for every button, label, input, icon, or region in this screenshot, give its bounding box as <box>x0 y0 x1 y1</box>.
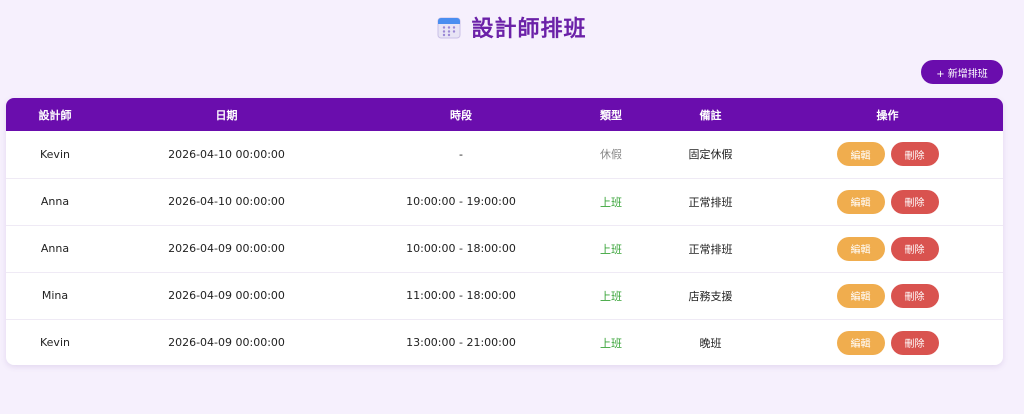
add-schedule-button[interactable]: + 新增排班 <box>921 60 1003 84</box>
edit-button[interactable]: 編輯 <box>836 283 885 308</box>
cell-type: 上班 <box>600 195 622 209</box>
cell-type: 上班 <box>600 289 622 303</box>
table-header-row: 設計師 日期 時段 類型 備註 操作 <box>6 98 1003 131</box>
cell-actions: 編輯 刪除 <box>772 131 1003 178</box>
cell-date: 2026-04-09 00:00:00 <box>168 289 285 302</box>
cell-time: 10:00:00 - 18:00:00 <box>406 242 516 255</box>
delete-button[interactable]: 刪除 <box>890 189 939 214</box>
edit-button[interactable]: 編輯 <box>836 330 885 355</box>
table-row: Kevin 2026-04-09 00:00:00 13:00:00 - 21:… <box>6 319 1003 365</box>
cell-date: 2026-04-09 00:00:00 <box>168 242 285 255</box>
cell-type: 上班 <box>600 242 622 256</box>
cell-actions: 編輯 刪除 <box>772 272 1003 319</box>
column-header-note: 備註 <box>699 108 722 122</box>
cell-note: 正常排班 <box>688 195 733 209</box>
page-title: 設計師排班 <box>471 17 587 42</box>
schedule-table-card: 設計師 日期 時段 類型 備註 操作 Kevin 2026-04-10 00:0… <box>6 98 1003 365</box>
cell-actions: 編輯 刪除 <box>772 178 1003 225</box>
column-header-time: 時段 <box>450 108 472 122</box>
column-header-actions: 操作 <box>876 108 899 122</box>
column-header-designer: 設計師 <box>38 108 72 122</box>
cell-note: 店務支援 <box>688 289 733 303</box>
cell-designer: Mina <box>41 289 69 302</box>
page-header: 設計師排班 <box>0 10 1024 44</box>
cell-time: 10:00:00 - 19:00:00 <box>406 195 516 208</box>
cell-designer: Anna <box>40 195 70 208</box>
cell-time: 13:00:00 - 21:00:00 <box>406 336 516 350</box>
schedule-page: 設計師排班 + 新增排班 設計師 日期 時段 類型 備註 操作 Kevin 20… <box>0 0 1024 414</box>
cell-note: 固定休假 <box>688 148 733 162</box>
cell-time: - <box>459 147 463 161</box>
table-row: Kevin 2026-04-10 00:00:00 - 休假 固定休假 編輯 刪… <box>6 131 1003 178</box>
edit-button[interactable]: 編輯 <box>836 236 885 261</box>
schedule-table: 設計師 日期 時段 類型 備註 操作 Kevin 2026-04-10 00:0… <box>6 98 1003 365</box>
cell-actions: 編輯 刪除 <box>772 319 1003 365</box>
table-row: Anna 2026-04-09 00:00:00 10:00:00 - 18:0… <box>6 225 1003 272</box>
delete-button[interactable]: 刪除 <box>890 142 939 167</box>
calendar-icon <box>437 15 461 39</box>
edit-button[interactable]: 編輯 <box>836 189 885 214</box>
cell-type: 休假 <box>600 148 622 162</box>
cell-type: 上班 <box>600 336 622 350</box>
delete-button[interactable]: 刪除 <box>890 236 939 261</box>
cell-note: 正常排班 <box>688 242 733 256</box>
column-header-date: 日期 <box>215 108 238 122</box>
cell-designer: Kevin <box>40 336 70 350</box>
table-row: Anna 2026-04-10 00:00:00 10:00:00 - 19:0… <box>6 178 1003 225</box>
cell-note: 晚班 <box>699 336 722 350</box>
table-row: Mina 2026-04-09 00:00:00 11:00:00 - 18:0… <box>6 272 1003 319</box>
cell-date: 2026-04-10 00:00:00 <box>168 195 285 208</box>
delete-button[interactable]: 刪除 <box>890 283 939 308</box>
cell-designer: Anna <box>40 242 70 255</box>
column-header-type: 類型 <box>600 108 622 122</box>
cell-date: 2026-04-09 00:00:00 <box>168 336 285 350</box>
delete-button[interactable]: 刪除 <box>890 330 939 355</box>
cell-designer: Kevin <box>40 147 70 161</box>
edit-button[interactable]: 編輯 <box>836 142 885 167</box>
cell-time: 11:00:00 - 18:00:00 <box>406 289 516 302</box>
cell-actions: 編輯 刪除 <box>772 225 1003 272</box>
cell-date: 2026-04-10 00:00:00 <box>168 147 285 161</box>
